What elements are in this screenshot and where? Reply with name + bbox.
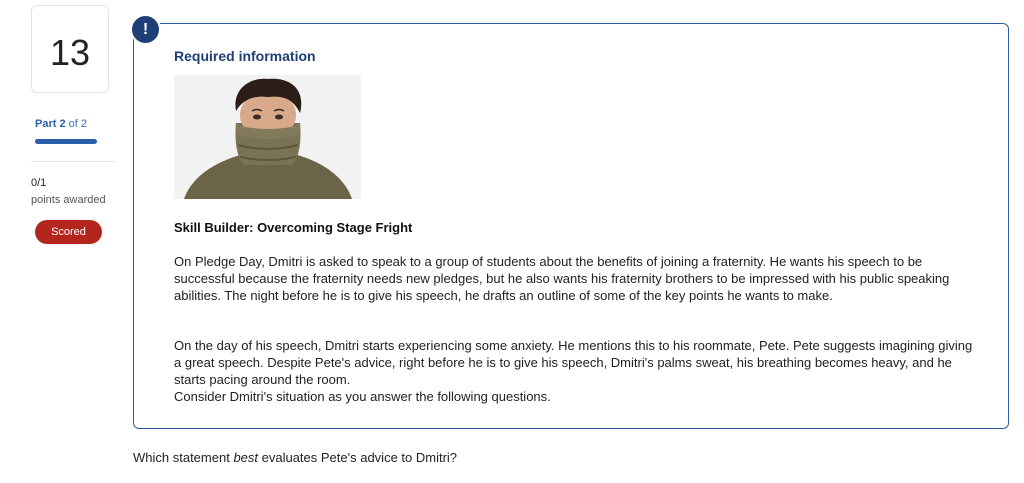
score-caption: points awarded <box>31 194 106 206</box>
part-current: 2 <box>59 118 66 130</box>
question-sidebar: 13 Part 2 of 2 0/1 points awarded Scored <box>0 0 120 483</box>
scenario-paragraph-2: On the day of his speech, Dmitri starts … <box>174 338 973 387</box>
question-number-box: 13 <box>31 5 109 93</box>
question-prompt-after: evaluates Pete's advice to Dmitri? <box>258 450 458 465</box>
photo-man-turtleneck <box>174 75 361 199</box>
photo-illustration <box>174 75 361 199</box>
panel-title: Required information <box>174 48 316 64</box>
status-badge: Scored <box>35 220 102 244</box>
question-prompt: Which statement best evaluates Pete's ad… <box>133 450 457 465</box>
scenario-paragraph-1: On Pledge Day, Dmitri is asked to speak … <box>174 254 950 303</box>
part-total: of 2 <box>68 118 88 130</box>
required-information-panel: Required information Skill Builder: Over… <box>133 23 1009 429</box>
sidebar-divider <box>31 161 115 162</box>
section-title: Skill Builder: Overcoming Stage Fright <box>174 220 413 235</box>
scenario-paragraph-3: Consider Dmitri's situation as you answe… <box>174 389 551 404</box>
part-label: Part <box>35 118 57 130</box>
question-prompt-emphasis: best <box>233 450 259 465</box>
score-value: 0/1 <box>31 177 47 189</box>
part-progress-bar <box>35 139 97 144</box>
part-progress-fill <box>35 139 97 144</box>
part-indicator: Part 2 of 2 <box>35 118 87 130</box>
question-number: 13 <box>49 32 91 73</box>
alert-icon: ! <box>130 14 161 45</box>
question-prompt-before: Which statement <box>133 450 234 465</box>
